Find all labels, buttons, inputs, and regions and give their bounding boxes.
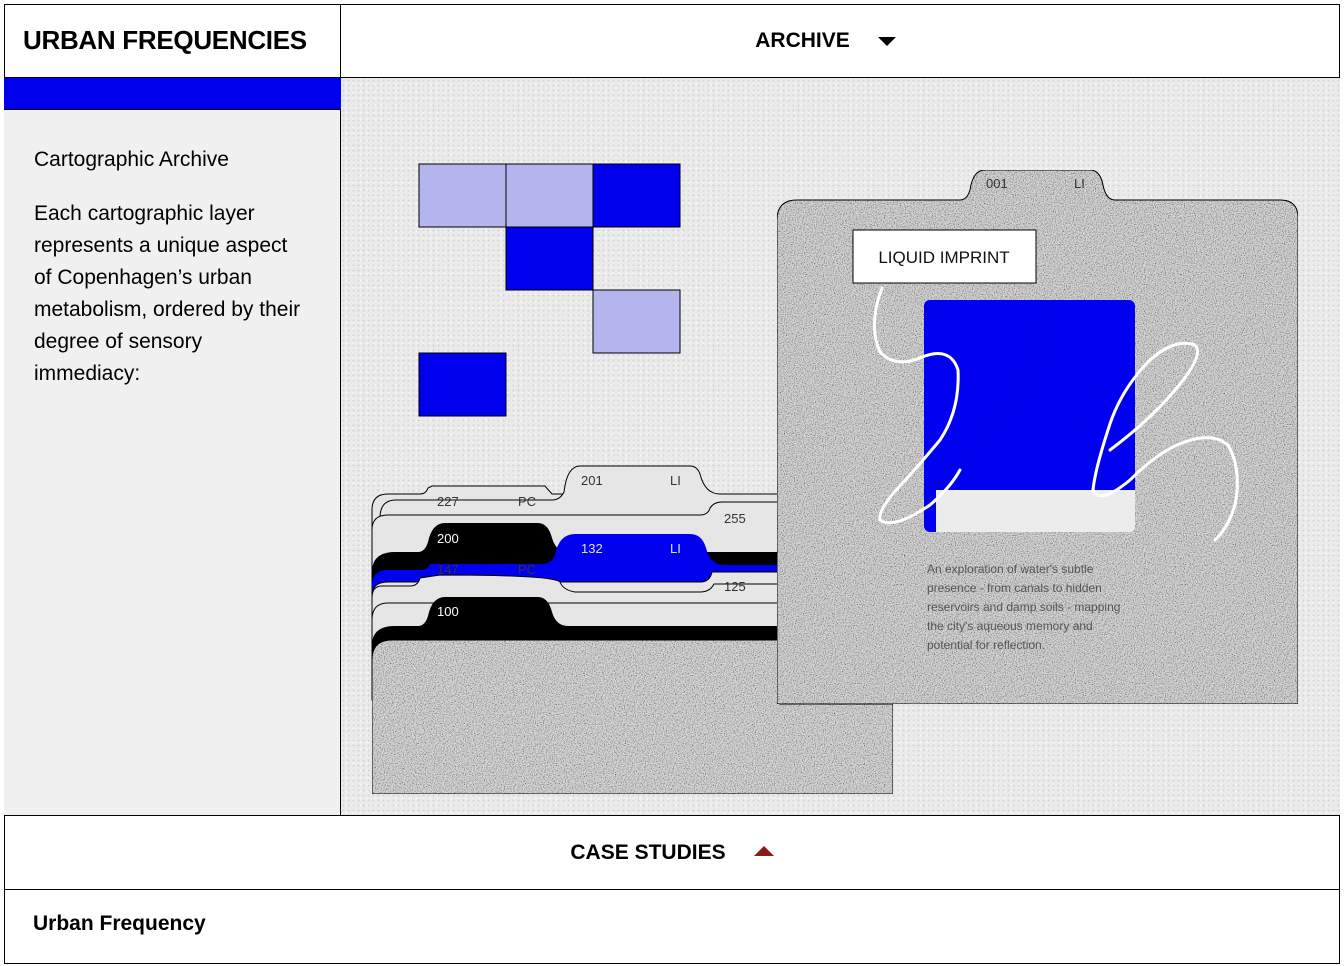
archive-stage: 227 PC 201 LI 255 200 132 LI 147 PC 125 … bbox=[341, 78, 1340, 816]
water-map-image bbox=[924, 300, 1135, 532]
liquid-imprint-card[interactable]: 001 LI LIQUID IMPRINT An exploration of … bbox=[776, 169, 1299, 705]
case-studies-nav[interactable]: CASE STUDIES bbox=[4, 815, 1340, 890]
urban-frequency-item[interactable]: Urban Frequency bbox=[33, 912, 206, 936]
triangle-down-icon[interactable] bbox=[877, 37, 896, 46]
folder-125-number: 125 bbox=[724, 579, 746, 594]
folder-147-code: PC bbox=[518, 562, 536, 577]
brand-logo[interactable]: URBAN FREQUENCIES bbox=[4, 4, 341, 78]
accent-bar bbox=[4, 78, 341, 110]
card-tab-code: LI bbox=[1074, 176, 1085, 191]
folder-100-number: 100 bbox=[437, 604, 459, 619]
folder-201-code: LI bbox=[670, 473, 681, 488]
sidebar-title: Cartographic Archive bbox=[34, 148, 229, 171]
sidebar: Cartographic Archive Each cartographic l… bbox=[4, 110, 341, 816]
folder-132-number: 132 bbox=[581, 541, 603, 556]
card-description-line-1: An exploration of water's subtle bbox=[927, 562, 1094, 576]
card-description-line-3: reservoirs and damp soils - mapping bbox=[927, 600, 1120, 614]
folder-201-number: 201 bbox=[581, 473, 603, 488]
card-description-line-4: the city's aqueous memory and bbox=[927, 619, 1093, 633]
folder-255-number: 255 bbox=[724, 511, 746, 526]
case-studies-label: CASE STUDIES bbox=[570, 840, 726, 864]
card-tab-number: 001 bbox=[986, 176, 1008, 191]
archive-nav[interactable]: ARCHIVE bbox=[341, 4, 1340, 78]
folder-132-code: LI bbox=[670, 541, 681, 556]
sidebar-description: Each cartographic layer represents a uni… bbox=[34, 202, 301, 385]
folder-227-code: PC bbox=[518, 494, 536, 509]
triangle-up-icon[interactable] bbox=[753, 845, 774, 856]
card-title: LIQUID IMPRINT bbox=[878, 248, 1009, 267]
card-description-line-5: potential for reflection. bbox=[927, 638, 1045, 652]
pixel-grid bbox=[418, 163, 681, 417]
archive-visual: 227 PC 201 LI 255 200 132 LI 147 PC 125 … bbox=[371, 163, 1299, 795]
folder-227-number: 227 bbox=[437, 494, 459, 509]
folder-147-number: 147 bbox=[437, 562, 459, 577]
folder-200-number: 200 bbox=[437, 531, 459, 546]
card-description-line-2: presence - from canals to hidden bbox=[927, 581, 1102, 595]
archive-nav-label: ARCHIVE bbox=[755, 28, 850, 52]
